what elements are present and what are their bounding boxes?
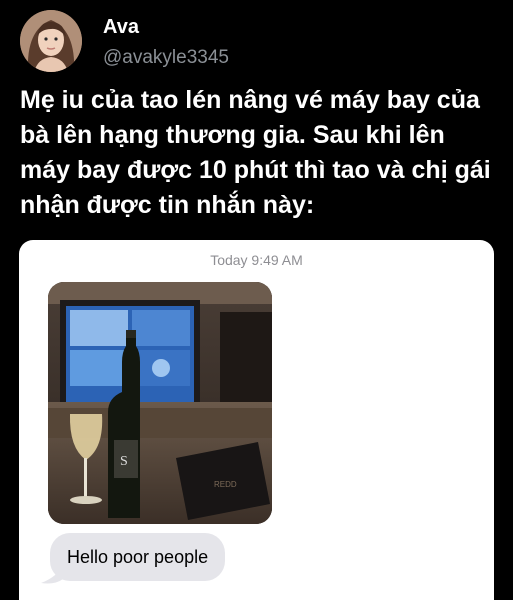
message-timestamp: Today 9:49 AM <box>210 252 303 268</box>
display-name[interactable]: Ava <box>103 16 139 39</box>
message-screenshot[interactable]: Today 9:49 AM REDD S Hello poor people <box>19 240 494 600</box>
svg-text:S: S <box>120 454 128 469</box>
tweet-text: Mẹ iu của tao lén nâng vé máy bay của bà… <box>20 86 491 219</box>
tweet-header: Ava @avakyle3345 <box>20 10 500 80</box>
message-bubble: Hello poor people <box>50 533 226 581</box>
avatar[interactable] <box>20 10 82 72</box>
champagne-photo: REDD S <box>48 282 272 524</box>
svg-text:REDD: REDD <box>214 480 237 489</box>
user-handle[interactable]: @avakyle3345 <box>103 47 229 69</box>
